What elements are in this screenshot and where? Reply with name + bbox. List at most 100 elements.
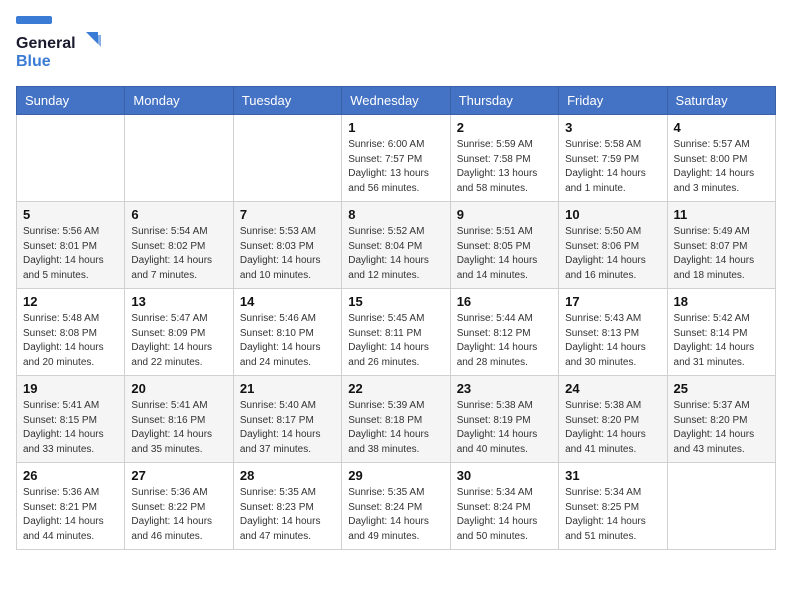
calendar-cell: 16 Sunrise: 5:44 AM Sunset: 8:12 PM Dayli… [450,289,558,376]
calendar-cell: 15 Sunrise: 5:45 AM Sunset: 8:11 PM Dayli… [342,289,450,376]
day-info: Sunrise: 5:59 AM Sunset: 7:58 PM Dayligh… [457,138,552,196]
calendar-cell [125,115,233,202]
calendar-cell: 2 Sunrise: 5:59 AM Sunset: 7:58 PM Daylig… [450,115,558,202]
day-number: 1 [348,120,443,135]
day-info: Sunrise: 5:58 AM Sunset: 7:59 PM Dayligh… [565,138,660,196]
calendar-table: SundayMondayTuesdayWednesdayThursdayFrid… [16,86,776,550]
day-number: 11 [674,207,769,222]
calendar-cell: 25 Sunrise: 5:37 AM Sunset: 8:20 PM Dayli… [667,376,775,463]
day-info: Sunrise: 5:44 AM Sunset: 8:12 PM Dayligh… [457,312,552,370]
calendar-cell: 7 Sunrise: 5:53 AM Sunset: 8:03 PM Daylig… [233,202,341,289]
calendar-week-2: 5 Sunrise: 5:56 AM Sunset: 8:01 PM Daylig… [17,202,776,289]
logo: General Blue [16,16,106,74]
calendar-cell: 24 Sunrise: 5:38 AM Sunset: 8:20 PM Dayli… [559,376,667,463]
calendar-cell: 1 Sunrise: 6:00 AM Sunset: 7:57 PM Daylig… [342,115,450,202]
day-number: 13 [131,294,226,309]
calendar-cell: 27 Sunrise: 5:36 AM Sunset: 8:22 PM Dayli… [125,463,233,550]
day-info: Sunrise: 5:43 AM Sunset: 8:13 PM Dayligh… [565,312,660,370]
day-number: 6 [131,207,226,222]
calendar-cell: 28 Sunrise: 5:35 AM Sunset: 8:23 PM Dayli… [233,463,341,550]
weekday-header-saturday: Saturday [667,87,775,115]
day-number: 5 [23,207,118,222]
day-number: 21 [240,381,335,396]
calendar-cell: 3 Sunrise: 5:58 AM Sunset: 7:59 PM Daylig… [559,115,667,202]
calendar-cell: 29Sunrise: 5:35 AM Sunset: 8:24 PM Dayli… [342,463,450,550]
weekday-header-tuesday: Tuesday [233,87,341,115]
calendar-cell: 26 Sunrise: 5:36 AM Sunset: 8:21 PM Dayli… [17,463,125,550]
calendar-cell: 14 Sunrise: 5:46 AM Sunset: 8:10 PM Dayli… [233,289,341,376]
calendar-cell: 17 Sunrise: 5:43 AM Sunset: 8:13 PM Dayli… [559,289,667,376]
day-info: Sunrise: 5:41 AM Sunset: 8:16 PM Dayligh… [131,399,226,457]
calendar-cell: 23 Sunrise: 5:38 AM Sunset: 8:19 PM Dayli… [450,376,558,463]
calendar-cell: 11Sunrise: 5:49 AM Sunset: 8:07 PM Dayli… [667,202,775,289]
day-info: Sunrise: 5:37 AM Sunset: 8:20 PM Dayligh… [674,399,769,457]
day-info: Sunrise: 5:36 AM Sunset: 8:22 PM Dayligh… [131,486,226,544]
calendar-cell [667,463,775,550]
day-number: 8 [348,207,443,222]
weekday-header-friday: Friday [559,87,667,115]
day-number: 19 [23,381,118,396]
calendar-cell: 4Sunrise: 5:57 AM Sunset: 8:00 PM Daylig… [667,115,775,202]
day-number: 14 [240,294,335,309]
calendar-cell: 19Sunrise: 5:41 AM Sunset: 8:15 PM Dayli… [17,376,125,463]
logo-svg: General Blue [16,30,106,74]
day-number: 17 [565,294,660,309]
day-number: 22 [348,381,443,396]
day-number: 23 [457,381,552,396]
calendar-cell [17,115,125,202]
day-number: 31 [565,468,660,483]
day-number: 27 [131,468,226,483]
calendar-week-5: 26 Sunrise: 5:36 AM Sunset: 8:21 PM Dayli… [17,463,776,550]
calendar-cell: 12Sunrise: 5:48 AM Sunset: 8:08 PM Dayli… [17,289,125,376]
day-info: Sunrise: 5:50 AM Sunset: 8:06 PM Dayligh… [565,225,660,283]
page-header: General Blue [16,16,776,74]
calendar-cell: 18 Sunrise: 5:42 AM Sunset: 8:14 PM Dayli… [667,289,775,376]
weekday-header-sunday: Sunday [17,87,125,115]
day-number: 2 [457,120,552,135]
day-info: Sunrise: 5:36 AM Sunset: 8:21 PM Dayligh… [23,486,118,544]
calendar-cell: 31 Sunrise: 5:34 AM Sunset: 8:25 PM Dayli… [559,463,667,550]
day-number: 7 [240,207,335,222]
day-number: 12 [23,294,118,309]
day-info: Sunrise: 5:34 AM Sunset: 8:24 PM Dayligh… [457,486,552,544]
calendar-cell [233,115,341,202]
day-info: Sunrise: 5:34 AM Sunset: 8:25 PM Dayligh… [565,486,660,544]
day-info: Sunrise: 5:42 AM Sunset: 8:14 PM Dayligh… [674,312,769,370]
calendar-cell: 10Sunrise: 5:50 AM Sunset: 8:06 PM Dayli… [559,202,667,289]
day-info: Sunrise: 5:38 AM Sunset: 8:20 PM Dayligh… [565,399,660,457]
weekday-header-wednesday: Wednesday [342,87,450,115]
day-info: Sunrise: 5:38 AM Sunset: 8:19 PM Dayligh… [457,399,552,457]
calendar-cell: 5 Sunrise: 5:56 AM Sunset: 8:01 PM Daylig… [17,202,125,289]
calendar-week-3: 12Sunrise: 5:48 AM Sunset: 8:08 PM Dayli… [17,289,776,376]
calendar-cell: 30 Sunrise: 5:34 AM Sunset: 8:24 PM Dayli… [450,463,558,550]
day-info: Sunrise: 5:52 AM Sunset: 8:04 PM Dayligh… [348,225,443,283]
day-number: 18 [674,294,769,309]
calendar-cell: 8 Sunrise: 5:52 AM Sunset: 8:04 PM Daylig… [342,202,450,289]
calendar-cell: 9 Sunrise: 5:51 AM Sunset: 8:05 PM Daylig… [450,202,558,289]
calendar-cell: 6 Sunrise: 5:54 AM Sunset: 8:02 PM Daylig… [125,202,233,289]
day-number: 4 [674,120,769,135]
day-number: 16 [457,294,552,309]
day-number: 30 [457,468,552,483]
day-number: 3 [565,120,660,135]
day-info: Sunrise: 5:35 AM Sunset: 8:23 PM Dayligh… [240,486,335,544]
day-info: Sunrise: 5:35 AM Sunset: 8:24 PM Dayligh… [348,486,443,544]
day-number: 20 [131,381,226,396]
weekday-header-monday: Monday [125,87,233,115]
day-info: Sunrise: 5:54 AM Sunset: 8:02 PM Dayligh… [131,225,226,283]
day-info: Sunrise: 5:46 AM Sunset: 8:10 PM Dayligh… [240,312,335,370]
day-info: Sunrise: 6:00 AM Sunset: 7:57 PM Dayligh… [348,138,443,196]
day-number: 25 [674,381,769,396]
day-info: Sunrise: 5:45 AM Sunset: 8:11 PM Dayligh… [348,312,443,370]
weekday-header-thursday: Thursday [450,87,558,115]
calendar-cell: 13Sunrise: 5:47 AM Sunset: 8:09 PM Dayli… [125,289,233,376]
day-info: Sunrise: 5:56 AM Sunset: 8:01 PM Dayligh… [23,225,118,283]
day-number: 24 [565,381,660,396]
svg-text:General: General [16,35,76,52]
day-number: 26 [23,468,118,483]
day-number: 9 [457,207,552,222]
day-info: Sunrise: 5:51 AM Sunset: 8:05 PM Dayligh… [457,225,552,283]
day-number: 28 [240,468,335,483]
day-info: Sunrise: 5:53 AM Sunset: 8:03 PM Dayligh… [240,225,335,283]
day-number: 15 [348,294,443,309]
